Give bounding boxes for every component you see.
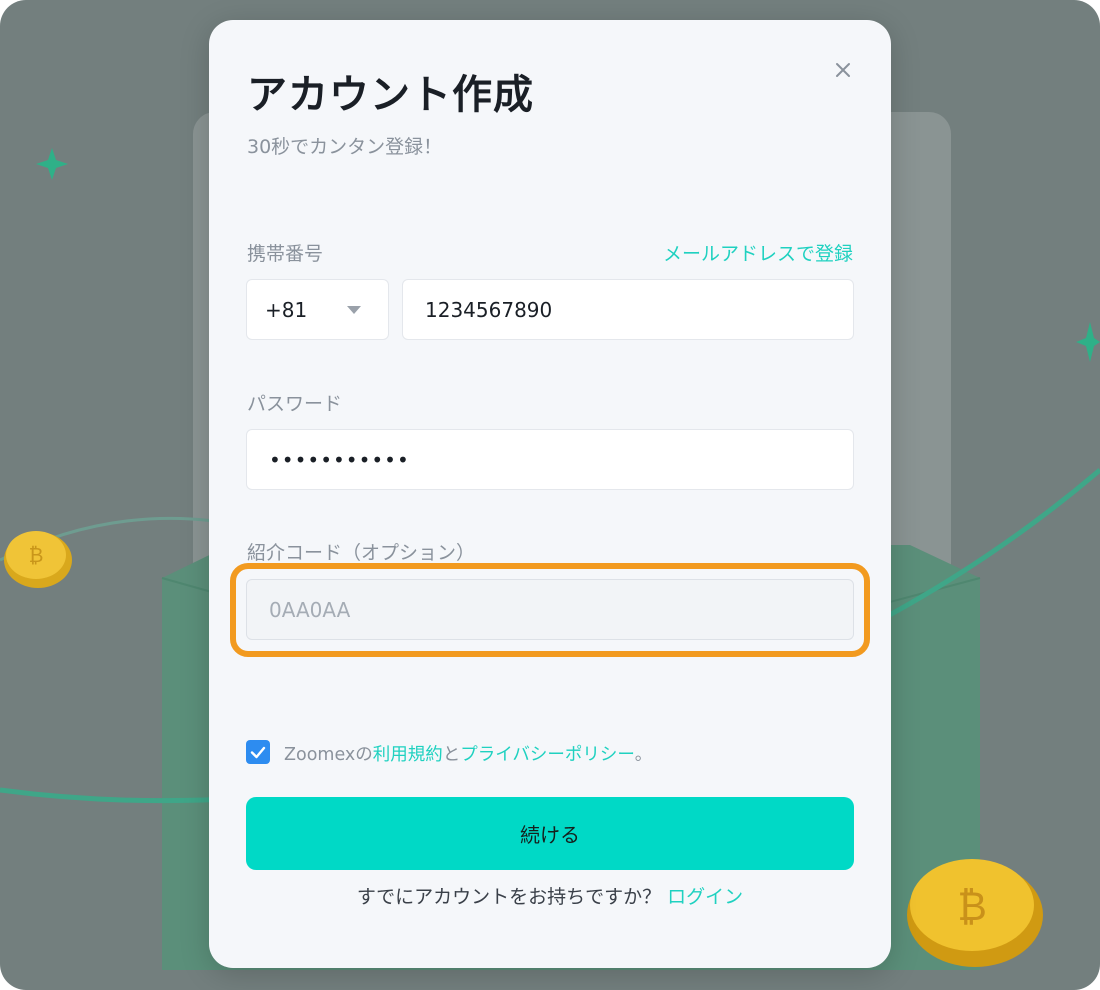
chevron-down-icon [347,306,361,314]
login-prompt-row: すでにアカウントをお持ちですか？ ログイン [209,882,891,909]
country-code-select[interactable]: +81 [246,279,389,340]
sparkle-icon [36,148,68,180]
password-input[interactable] [247,430,853,489]
terms-middle: と [442,745,461,765]
svg-text:₿: ₿ [957,884,987,930]
password-field [246,429,854,490]
phone-field [402,279,854,340]
country-code-value: +81 [265,298,308,322]
page-subtitle: 30秒でカンタン登録！ [247,136,443,158]
svg-text:₿: ₿ [29,543,44,567]
terms-prefix: Zoomexの [284,745,373,765]
close-icon [836,63,850,77]
login-link[interactable]: ログイン [667,886,743,908]
referral-code-input[interactable] [247,580,853,639]
terms-checkbox[interactable] [246,740,270,764]
password-label: パスワード [247,393,343,415]
signup-modal: アカウント作成 30秒でカンタン登録！ 携帯番号 メールアドレスで登録 +81 … [209,20,891,968]
phone-label: 携帯番号 [247,243,324,265]
sparkle-icon [1076,322,1100,362]
close-button[interactable] [831,58,855,82]
phone-input[interactable] [403,280,853,339]
coin-icon: ₿ [907,859,1043,967]
continue-button[interactable]: 続ける [246,797,854,870]
terms-of-use-link[interactable]: 利用規約 [373,745,443,765]
coin-icon: ₿ [4,531,72,588]
page-title: アカウント作成 [247,72,534,118]
referral-field [246,579,854,640]
login-prompt-text: すでにアカウントをお持ちですか？ [356,886,662,908]
switch-to-email-link[interactable]: メールアドレスで登録 [663,239,853,266]
terms-suffix: 。 [634,745,653,765]
terms-text: Zoomexの利用規約とプライバシーポリシー。 [284,741,652,766]
referral-label: 紹介コード（オプション） [247,542,476,564]
privacy-policy-link[interactable]: プライバシーポリシー [460,745,634,765]
check-icon [250,746,266,759]
